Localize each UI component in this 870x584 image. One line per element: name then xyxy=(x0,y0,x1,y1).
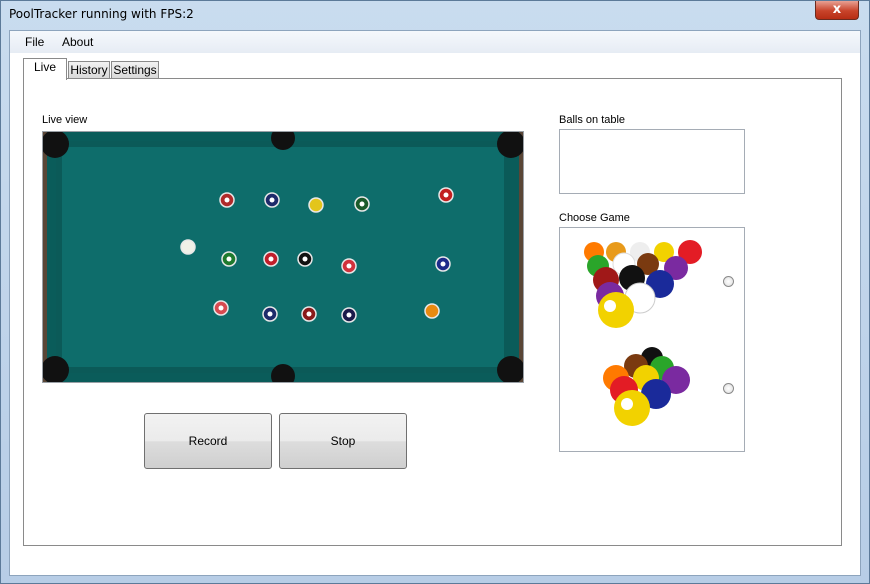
live-tab-page: Live view Record Stop Balls on table Cho… xyxy=(23,78,842,546)
menu-bar: File About xyxy=(10,31,860,53)
tab-history[interactable]: History xyxy=(68,61,110,78)
live-view-label: Live view xyxy=(42,114,88,126)
menu-about[interactable]: About xyxy=(62,35,93,49)
choose-game-label: Choose Game xyxy=(559,212,630,224)
window-title: PoolTracker running with FPS:2 xyxy=(9,7,194,21)
balls-on-table-list[interactable] xyxy=(559,129,745,194)
tab-settings[interactable]: Settings xyxy=(111,61,159,78)
balls-on-table-label: Balls on table xyxy=(559,114,626,126)
eight-ball-rack-icon[interactable] xyxy=(580,238,710,328)
close-icon: x xyxy=(832,2,842,17)
menu-file[interactable]: File xyxy=(25,35,44,49)
nine-ball-rack-icon[interactable] xyxy=(598,346,698,431)
stop-button[interactable]: Stop xyxy=(279,413,407,469)
title-bar[interactable]: PoolTracker running with FPS:2 x xyxy=(1,1,869,29)
pool-table-camera-feed xyxy=(43,132,523,382)
client-area: File About Live History Settings Live vi… xyxy=(9,30,861,576)
choose-game-panel xyxy=(559,227,745,452)
app-window: PoolTracker running with FPS:2 x File Ab… xyxy=(0,0,870,584)
eight-ball-radio[interactable] xyxy=(723,276,734,287)
tab-live[interactable]: Live xyxy=(23,58,67,80)
close-button[interactable]: x xyxy=(815,1,859,20)
nine-ball-radio[interactable] xyxy=(723,383,734,394)
record-button[interactable]: Record xyxy=(144,413,272,469)
live-view-image xyxy=(42,131,524,383)
